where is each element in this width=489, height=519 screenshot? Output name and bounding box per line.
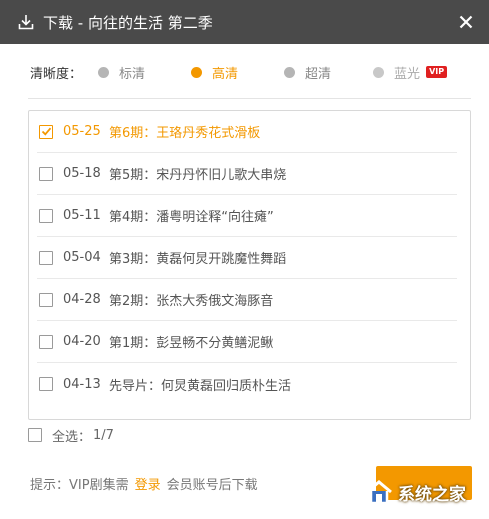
checkbox-checked[interactable]	[39, 124, 53, 139]
quality-option-bluray[interactable]: 蓝光 VIP	[373, 63, 448, 82]
select-all-label: 全选：	[52, 429, 92, 445]
episode-row[interactable]: 05-18 第5期：宋丹丹怀旧儿歌大串烧	[37, 153, 457, 195]
episode-list: 05-25 第6期：王珞丹秀花式滑板 05-18 第5期：宋丹丹怀旧儿歌大串烧 …	[28, 110, 471, 420]
episode-title: 第6期：王珞丹秀花式滑板	[109, 126, 261, 141]
tip-suffix: 会员账号后下载	[166, 477, 258, 493]
house-logo-icon	[364, 477, 394, 507]
checkbox[interactable]	[39, 292, 53, 307]
episode-date: 05-25	[63, 124, 101, 139]
episode-row[interactable]: 04-28 第2期：张杰大秀俄文海豚音	[37, 279, 457, 321]
episode-date: 05-04	[63, 250, 101, 265]
quality-option-sd[interactable]: 标清	[98, 63, 145, 82]
quality-option-label: 超清	[305, 66, 332, 82]
tip-text: 提示：VIP剧集需 登录 会员账号后下载	[30, 473, 258, 493]
select-all-checkbox[interactable]	[28, 428, 42, 442]
episode-date: 04-20	[63, 334, 101, 349]
select-all[interactable]: 全选： 1/7	[28, 426, 114, 445]
checkbox[interactable]	[39, 208, 53, 223]
quality-option-shd[interactable]: 超清	[284, 63, 331, 82]
episode-row[interactable]: 04-13 先导片：何炅黄磊回归质朴生活	[37, 363, 457, 405]
episode-title: 第2期：张杰大秀俄文海豚音	[109, 294, 274, 309]
episode-title: 第4期：潘粤明诠释“向往瘫”	[109, 210, 274, 225]
radio-dot	[284, 66, 296, 78]
checkbox[interactable]	[39, 166, 53, 181]
login-link[interactable]: 登录	[135, 474, 161, 493]
divider	[28, 98, 471, 99]
quality-option-label: 蓝光	[394, 66, 421, 82]
quality-option-hd[interactable]: 高清	[191, 63, 238, 82]
checkbox[interactable]	[39, 377, 53, 391]
selected-count: 1/7	[93, 427, 114, 443]
checkbox[interactable]	[39, 334, 53, 349]
tip-prefix: 提示：VIP剧集需	[30, 477, 129, 493]
episode-row[interactable]: 05-25 第6期：王珞丹秀花式滑板	[37, 111, 457, 153]
episode-title: 先导片：何炅黄磊回归质朴生活	[109, 378, 292, 394]
episode-row[interactable]: 04-20 第1期：彭昱畅不分黄鳝泥鳅	[37, 321, 457, 363]
episode-date: 05-11	[63, 208, 101, 223]
quality-option-label: 高清	[212, 66, 239, 82]
vip-badge: VIP	[426, 66, 448, 78]
radio-dot	[98, 66, 109, 78]
checkbox[interactable]	[39, 250, 53, 265]
episode-row[interactable]: 05-04 第3期：黄磊何炅开跳魔性舞蹈	[37, 237, 457, 279]
episode-date: 04-28	[63, 292, 101, 307]
download-icon	[17, 13, 35, 31]
title-bar: 下载 - 向往的生活 第二季	[0, 0, 489, 44]
quality-option-label: 标清	[119, 66, 146, 82]
episode-title: 第3期：黄磊何炅开跳魔性舞蹈	[109, 252, 287, 267]
episode-title: 第5期：宋丹丹怀旧儿歌大串烧	[109, 168, 287, 183]
quality-selector: 清晰度： 标清 高清 超清 蓝光 VIP	[30, 60, 470, 84]
episode-title: 第1期：彭昱畅不分黄鳝泥鳅	[109, 336, 274, 351]
watermark-text: 系统之家	[398, 484, 466, 505]
window-title: 下载 - 向往的生活 第二季	[43, 13, 213, 32]
episode-date: 04-13	[63, 376, 101, 392]
radio-dot	[191, 66, 203, 78]
episode-row[interactable]: 05-11 第4期：潘粤明诠释“向往瘫”	[37, 195, 457, 237]
episode-date: 05-18	[63, 166, 101, 181]
radio-dot	[373, 66, 385, 78]
quality-label: 清晰度：	[30, 66, 83, 82]
watermark: 系统之家	[364, 472, 489, 512]
close-icon[interactable]	[455, 11, 477, 33]
